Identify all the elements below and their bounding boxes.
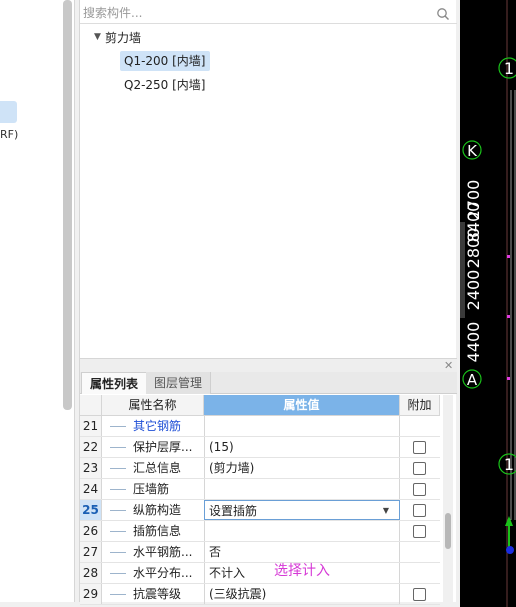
property-name: 保护层厚... (133, 440, 193, 454)
component-panel: ▼ 剪力墙 Q1-200 [内墙] Q2-250 [内墙] ✕ 属性列表 图层管… (79, 0, 457, 605)
property-name: 纵筋构造 (133, 503, 182, 517)
header-row-number (80, 395, 102, 416)
property-name: 水平钢筋... (133, 545, 193, 559)
search-bar (80, 2, 457, 24)
property-value[interactable]: (三级抗震) (204, 584, 400, 604)
cad-drawing: 1 K 2700 8400 2800 2400 4400 A 1 (460, 0, 516, 607)
table-row[interactable]: 21 其它钢筋 (80, 416, 440, 437)
extra-checkbox[interactable] (413, 483, 426, 496)
axis-bubble-label: A (467, 371, 478, 389)
table-row[interactable]: 24 压墙筋 (80, 479, 440, 500)
row-number: 24 (80, 479, 102, 499)
tree-guide-line (110, 594, 126, 595)
property-value[interactable] (204, 416, 400, 436)
tree-item-q1[interactable]: Q1-200 [内墙] (120, 51, 210, 71)
node-marker (507, 255, 510, 258)
table-row[interactable]: 23 汇总信息 (剪力墙) (80, 458, 440, 479)
row-number: 28 (80, 563, 102, 583)
row-number: 29 (80, 584, 102, 604)
dimension-label: 2400 (464, 270, 483, 311)
property-value-dropdown[interactable]: 设置插筋 ▼ (204, 500, 400, 520)
property-name: 插筋信息 (133, 524, 182, 538)
extra-checkbox[interactable] (413, 462, 426, 475)
drawing-canvas[interactable]: 1 K 2700 8400 2800 2400 4400 A 1 (460, 0, 516, 607)
tree-guide-line (110, 552, 126, 553)
row-number: 23 (80, 458, 102, 478)
property-value[interactable] (204, 521, 400, 541)
property-value[interactable]: 否 (204, 542, 400, 562)
dropdown-arrow-icon[interactable]: ▼ (383, 501, 389, 521)
grid-scrollbar[interactable] (443, 395, 453, 602)
tree-guide-line (110, 468, 126, 469)
dimension-label: 4400 (464, 322, 483, 363)
tab-layer-management[interactable]: 图层管理 (146, 372, 212, 394)
tree-guide-line (110, 510, 126, 511)
tab-property-list[interactable]: 属性列表 (81, 372, 148, 394)
dropdown-value: 设置插筋 (209, 504, 258, 518)
ucs-arrow-icon (505, 516, 513, 526)
row-number: 25 (80, 500, 102, 520)
tab-bar: 属性列表 图层管理 (80, 372, 457, 394)
extra-checkbox[interactable] (413, 504, 426, 517)
search-input[interactable] (83, 4, 423, 22)
tree-guide-line (110, 426, 126, 427)
header-extra: 附加 (400, 395, 440, 416)
tree-item-q2[interactable]: Q2-250 [内墙] (120, 75, 210, 95)
header-property-name: 属性名称 (102, 395, 204, 416)
left-scrollbar[interactable] (63, 0, 72, 410)
row-number: 26 (80, 521, 102, 541)
table-row[interactable]: 28 水平分布... 不计入 (80, 563, 440, 584)
search-icon[interactable] (436, 7, 450, 21)
property-value[interactable]: (剪力墙) (204, 458, 400, 478)
axis-bubble-label: 1 (504, 59, 514, 78)
tree-guide-line (110, 531, 126, 532)
dimension-label: 2800 (464, 228, 483, 269)
expand-arrow-icon[interactable]: ▼ (94, 32, 101, 42)
ucs-origin-icon (506, 546, 514, 554)
component-tree: ▼ 剪力墙 Q1-200 [内墙] Q2-250 [内墙] (80, 24, 457, 354)
property-name: 压墙筋 (133, 482, 170, 496)
property-name: 汇总信息 (133, 461, 182, 475)
panel-splitter[interactable]: ✕ (80, 358, 457, 372)
axis-bubble-label: K (467, 142, 478, 160)
table-row[interactable]: 26 插筋信息 (80, 521, 440, 542)
table-row[interactable]: 27 水平钢筋... 否 (80, 542, 440, 563)
header-property-value: 属性值 (204, 395, 400, 416)
axis-bubble-label: 1 (504, 455, 514, 474)
node-marker (507, 315, 510, 318)
close-icon[interactable]: ✕ (444, 359, 453, 372)
tree-guide-line (110, 489, 126, 490)
annotation-text: 选择计入 (274, 563, 330, 579)
property-value[interactable] (204, 479, 400, 499)
property-name: 抗震等级 (133, 587, 182, 601)
tree-guide-line (110, 447, 126, 448)
left-selected-item[interactable] (0, 101, 17, 123)
property-value[interactable]: (15) (204, 437, 400, 457)
left-partial-text: RF) (0, 128, 19, 141)
table-row[interactable]: 29 抗震等级 (三级抗震) (80, 584, 440, 605)
node-marker (507, 377, 510, 380)
row-number: 27 (80, 542, 102, 562)
row-number: 21 (80, 416, 102, 436)
left-panel: RF) (0, 0, 75, 602)
extra-checkbox[interactable] (413, 441, 426, 454)
row-number: 22 (80, 437, 102, 457)
table-row[interactable]: 22 保护层厚... (15) (80, 437, 440, 458)
property-name: 水平分布... (133, 566, 193, 580)
extra-checkbox[interactable] (413, 588, 426, 601)
scrollbar-thumb[interactable] (445, 513, 451, 549)
property-name: 其它钢筋 (133, 419, 182, 433)
tree-guide-line (110, 573, 126, 574)
table-row-active[interactable]: 25 纵筋构造 设置插筋 ▼ (80, 500, 440, 521)
tree-root-shear-wall[interactable]: 剪力墙 (105, 29, 141, 46)
extra-checkbox[interactable] (413, 525, 426, 538)
